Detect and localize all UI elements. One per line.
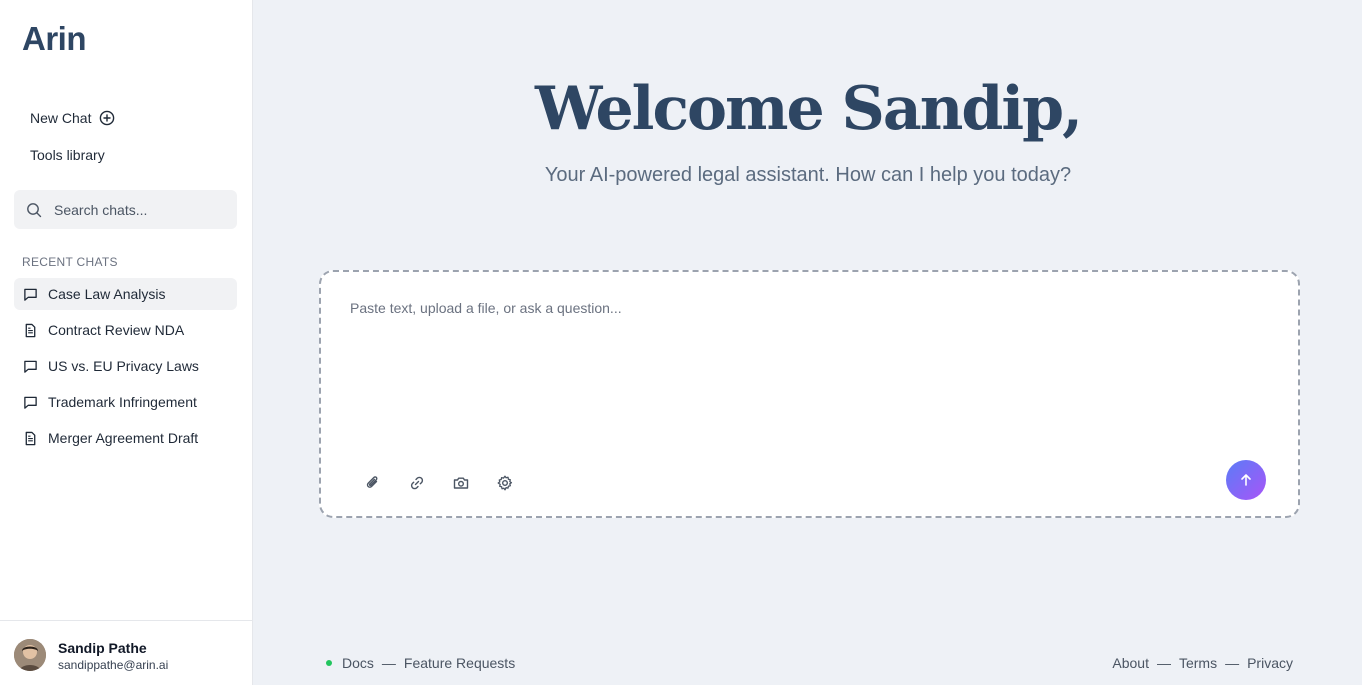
footer-separator: — [1225, 655, 1240, 671]
footer-separator: — [381, 655, 396, 671]
chat-bubble-icon [24, 288, 37, 301]
chat-item-trademark-infringement[interactable]: Trademark Infringement [14, 386, 237, 418]
chat-bubble-icon [24, 360, 37, 373]
privacy-link[interactable]: Privacy [1247, 655, 1293, 671]
chat-item-label: Contract Review NDA [48, 322, 185, 338]
main-area: Welcome Sandip, Your AI-powered legal as… [254, 0, 1362, 685]
chat-item-label: Merger Agreement Draft [48, 430, 199, 446]
user-profile[interactable]: Sandip Pathe sandippathe@arin.ai [0, 620, 253, 685]
tools-library-link[interactable]: Tools library [30, 147, 105, 163]
footer-left-links: Docs — Feature Requests [326, 655, 515, 671]
camera-button[interactable] [450, 472, 472, 494]
user-email: sandippathe@arin.ai [58, 658, 169, 672]
chat-item-label: Trademark Infringement [48, 394, 197, 410]
chat-item-label: US vs. EU Privacy Laws [48, 358, 199, 374]
new-chat-label: New Chat [30, 110, 92, 126]
arrow-up-icon [1241, 474, 1251, 486]
search-box[interactable] [14, 190, 237, 229]
about-link[interactable]: About [1112, 655, 1149, 671]
send-button[interactable] [1226, 460, 1266, 500]
chat-bubble-icon [24, 396, 37, 409]
recent-chats-heading: RECENT CHATS [22, 255, 118, 269]
search-input[interactable] [52, 200, 216, 219]
gear-icon [497, 475, 513, 491]
chat-item-contract-review-nda[interactable]: Contract Review NDA [14, 314, 237, 346]
welcome-heading: Welcome Sandip, [535, 74, 1083, 144]
user-name: Sandip Pathe [58, 640, 147, 656]
terms-link[interactable]: Terms [1179, 655, 1217, 671]
chat-item-case-law-analysis[interactable]: Case Law Analysis [14, 278, 237, 310]
sidebar: Arin New Chat Tools library RECENT CHATS… [0, 0, 253, 685]
footer-separator: — [1156, 655, 1171, 671]
plus-circle-icon [100, 110, 115, 126]
chat-item-us-eu-privacy-laws[interactable]: US vs. EU Privacy Laws [14, 350, 237, 382]
status-dot-icon [326, 660, 332, 666]
new-chat-button[interactable]: New Chat [30, 110, 115, 126]
footer-right-links: About — Terms — Privacy [1112, 655, 1293, 671]
settings-button[interactable] [494, 472, 516, 494]
recent-chats-list: Case Law Analysis Contract Review NDA US… [14, 278, 237, 458]
docs-link[interactable]: Docs [342, 655, 374, 671]
welcome-subtitle: Your AI-powered legal assistant. How can… [544, 164, 1072, 186]
search-icon [27, 202, 42, 217]
link-button[interactable] [406, 472, 428, 494]
paperclip-icon [366, 476, 378, 488]
feature-requests-link[interactable]: Feature Requests [404, 655, 515, 671]
avatar-image [14, 639, 46, 671]
tools-library-label: Tools library [30, 147, 105, 163]
camera-icon [453, 477, 469, 489]
document-icon [25, 431, 36, 445]
attach-button[interactable] [362, 472, 384, 494]
document-icon [25, 323, 36, 337]
link-icon [410, 476, 424, 490]
avatar [14, 639, 46, 671]
app-logo[interactable]: Arin [22, 20, 87, 58]
prompt-input[interactable] [348, 298, 1272, 442]
composer [319, 270, 1300, 518]
chat-item-label: Case Law Analysis [48, 286, 166, 302]
chat-item-merger-agreement-draft[interactable]: Merger Agreement Draft [14, 422, 237, 454]
